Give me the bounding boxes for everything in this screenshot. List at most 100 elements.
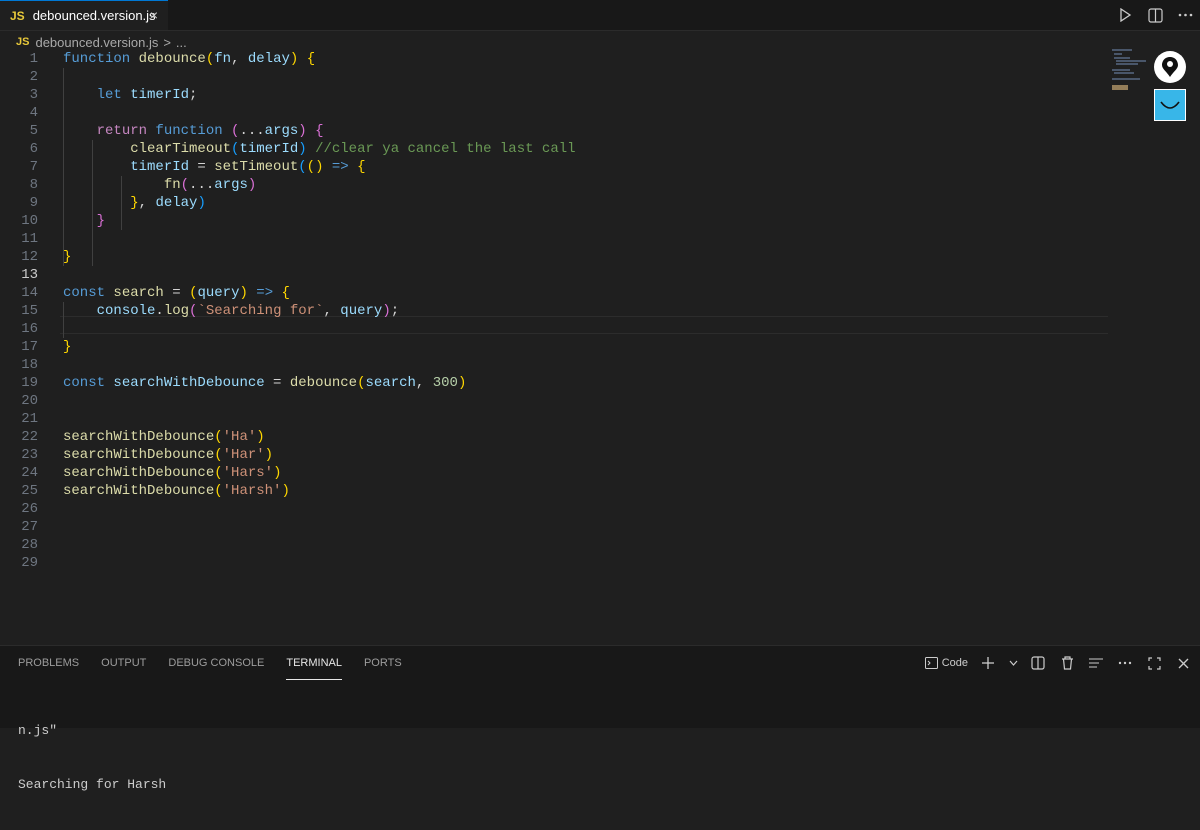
code-line[interactable]: 29 — [0, 554, 1110, 572]
more-actions-icon[interactable] — [1176, 6, 1194, 24]
code-line[interactable]: 22 searchWithDebounce('Ha') — [0, 428, 1110, 446]
code-token: timerId — [130, 87, 190, 103]
code-token: `Searching for` — [197, 303, 324, 319]
more-actions-icon[interactable] — [1116, 654, 1134, 672]
breadcrumb-file[interactable]: debounced.version.js — [35, 35, 158, 50]
close-icon[interactable]: × — [150, 8, 158, 22]
code-line[interactable]: 25 searchWithDebounce('Harsh') — [0, 482, 1110, 500]
code-token: } — [130, 195, 139, 211]
code-line[interactable]: 10 } — [0, 212, 1110, 230]
code-line[interactable]: 8 fn(...args) — [0, 176, 1110, 194]
tab-ports[interactable]: PORTS — [364, 646, 402, 680]
code-line[interactable]: 18 — [0, 356, 1110, 374]
js-file-icon: JS — [10, 8, 25, 23]
code-text: let timerId; — [63, 86, 198, 104]
tab-debug-console[interactable]: DEBUG CONSOLE — [168, 646, 264, 680]
line-number: 21 — [21, 411, 38, 427]
extension-pen-icon[interactable] — [1154, 51, 1186, 83]
code-line[interactable]: 27 — [0, 518, 1110, 536]
code-line[interactable]: 28 — [0, 536, 1110, 554]
code-text: } — [63, 248, 71, 266]
bottom-panel: PROBLEMS OUTPUT DEBUG CONSOLE TERMINAL PORTS… — [0, 645, 1200, 792]
code-token: ( — [214, 465, 223, 481]
terminal-line: n.js" — [18, 723, 58, 738]
code-token: searchWithDebounce — [63, 429, 215, 445]
code-line[interactable]: 4 — [0, 104, 1110, 122]
code-token: searchWithDebounce — [63, 447, 215, 463]
code-token: => — [331, 159, 349, 175]
code-token: ( — [298, 159, 307, 175]
tab-debounced-version-js[interactable]: JS debounced.version.js × — [0, 0, 168, 30]
code-line[interactable]: 7 timerId = setTimeout(() => { — [0, 158, 1110, 176]
code-line[interactable]: 9 }, delay) — [0, 194, 1110, 212]
terminal-line: Searching for Harsh — [18, 777, 167, 792]
line-number: 6 — [29, 141, 38, 157]
code-text: clearTimeout(timerId) //clear ya cancel … — [63, 140, 575, 158]
run-icon[interactable] — [1116, 6, 1134, 24]
code-line[interactable]: 6 clearTimeout(timerId) //clear ya cance… — [0, 140, 1110, 158]
code-line[interactable]: 11 — [0, 230, 1110, 248]
tab-terminal[interactable]: TERMINAL — [286, 646, 342, 680]
line-number: 2 — [29, 69, 38, 85]
code-token: debounce — [289, 375, 358, 391]
code-line[interactable]: 14 const search = (query) => { — [0, 284, 1110, 302]
code-line[interactable]: 12} — [0, 248, 1110, 266]
code-token: ( — [214, 483, 223, 499]
code-token: console — [96, 303, 156, 319]
clear-list-icon[interactable] — [1087, 654, 1105, 672]
code-line[interactable]: 16 — [0, 320, 1110, 338]
code-token: function — [155, 123, 232, 139]
code-line[interactable]: 3 let timerId; — [0, 86, 1110, 104]
terminal-profile[interactable]: Code — [924, 657, 968, 669]
code-line[interactable]: 21 — [0, 410, 1110, 428]
extension-smile-icon[interactable] — [1154, 89, 1186, 121]
code-token: ) — [298, 123, 307, 139]
code-token: return — [96, 123, 156, 139]
code-token: = — [264, 375, 290, 391]
split-terminal-icon[interactable] — [1029, 654, 1047, 672]
code-editor[interactable]: 1 function debounce(fn, delay) {2 3 let ti… — [0, 50, 1200, 645]
code-line[interactable]: 13 — [0, 266, 1110, 284]
terminal-output[interactable]: n.js" Searching for Harsh — [18, 686, 166, 830]
tab-label: debounced.version.js — [32, 8, 156, 23]
line-number: 1 — [29, 51, 38, 67]
code-token: } — [96, 213, 106, 229]
code-line[interactable]: 5 return function (...args) { — [0, 122, 1110, 140]
close-panel-icon[interactable] — [1174, 654, 1192, 672]
code-line[interactable]: 2 — [0, 68, 1110, 86]
code-line[interactable]: 20 — [0, 392, 1110, 410]
line-number: 22 — [21, 429, 38, 445]
line-number: 3 — [29, 87, 38, 103]
code-token: { — [281, 285, 290, 301]
line-number: 27 — [21, 519, 38, 535]
code-token: . — [155, 303, 164, 319]
code-line[interactable]: 17} — [0, 338, 1110, 356]
code-line[interactable]: 26 — [0, 500, 1110, 518]
new-terminal-icon[interactable] — [979, 654, 997, 672]
code-token: } — [63, 339, 72, 355]
trash-icon[interactable] — [1058, 654, 1076, 672]
minimap[interactable] — [1110, 48, 1150, 93]
chevron-down-icon[interactable] — [1008, 654, 1018, 672]
code-token: = — [189, 159, 215, 175]
code-token: fn — [214, 51, 232, 67]
code-line[interactable]: 24 searchWithDebounce('Hars') — [0, 464, 1110, 482]
code-token: ) — [382, 303, 391, 319]
tab-problems[interactable]: PROBLEMS — [18, 646, 79, 680]
code-line[interactable]: 1 function debounce(fn, delay) { — [0, 50, 1110, 68]
code-token: searchWithDebounce — [63, 483, 215, 499]
code-token: function — [63, 51, 139, 67]
maximize-panel-icon[interactable] — [1145, 654, 1163, 672]
code-text: function debounce(fn, delay) { — [63, 50, 315, 68]
code-token: ) — [264, 447, 274, 463]
code-line[interactable]: 19 const searchWithDebounce = debounce(se… — [0, 374, 1110, 392]
code-line[interactable]: 15 console.log(`Searching for`, query); — [0, 302, 1110, 320]
split-editor-icon[interactable] — [1146, 6, 1164, 24]
breadcrumb-symbol[interactable]: ... — [176, 35, 187, 50]
tab-output[interactable]: OUTPUT — [101, 646, 146, 680]
code-line[interactable]: 23 searchWithDebounce('Har') — [0, 446, 1110, 464]
